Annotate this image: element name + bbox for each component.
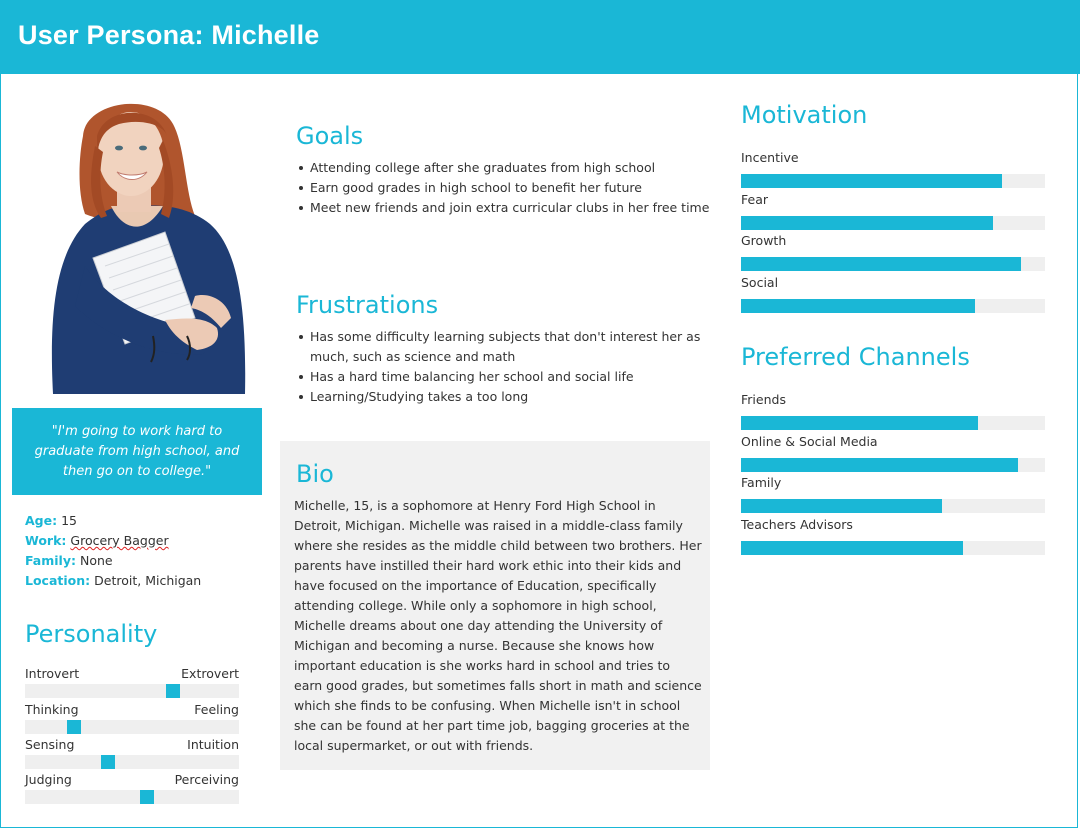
motivation-heading: Motivation (741, 101, 868, 129)
meter-label: Fear (741, 192, 768, 207)
meter: Friends (741, 392, 1045, 430)
list-item: Meet new friends and join extra curricul… (299, 198, 710, 218)
trait-slider-track (25, 790, 239, 804)
meter: Teachers Advisors (741, 517, 1045, 555)
personality-heading: Personality (25, 620, 158, 648)
list-item: Has a hard time balancing her school and… (299, 367, 710, 387)
meter-fill (741, 299, 976, 313)
trait-slider-knob (139, 790, 154, 804)
list-item: Earn good grades in high school to benef… (299, 178, 710, 198)
meter-track (741, 499, 1045, 513)
fact-work: Work: Grocery Bagger (25, 533, 169, 548)
frustrations-list: Has some difficulty learning subjects th… (296, 327, 710, 407)
meter: Social (741, 275, 1045, 313)
meter-fill (741, 541, 963, 555)
meter: Incentive (741, 150, 1045, 188)
trait-left-label: Judging (25, 772, 72, 787)
list-item: Learning/Studying takes a too long (299, 387, 710, 407)
list-item: Has some difficulty learning subjects th… (299, 327, 710, 367)
meter-fill (741, 216, 994, 230)
meter-fill (741, 458, 1018, 472)
personality-trait: Thinking Feeling (25, 702, 239, 734)
meter-track (741, 416, 1045, 430)
meter: Family (741, 475, 1045, 513)
bio-panel: Bio Michelle, 15, is a sophomore at Henr… (280, 441, 710, 770)
trait-left-label: Sensing (25, 737, 75, 752)
persona-quote: "I'm going to work hard to graduate from… (12, 408, 262, 495)
trait-slider-track (25, 755, 239, 769)
bio-text: Michelle, 15, is a sophomore at Henry Fo… (294, 498, 702, 753)
goals-heading: Goals (296, 122, 364, 150)
list-item: Attending college after she graduates fr… (299, 158, 710, 178)
channels-heading: Preferred Channels (741, 343, 970, 371)
meter: Fear (741, 192, 1045, 230)
trait-slider-knob (165, 684, 180, 698)
meter-label: Friends (741, 392, 786, 407)
meter-track (741, 174, 1045, 188)
meter-fill (741, 499, 942, 513)
meter-label: Family (741, 475, 782, 490)
trait-slider-track (25, 720, 239, 734)
trait-left-label: Thinking (25, 702, 79, 717)
meter-fill (741, 174, 1003, 188)
trait-right-label: Feeling (194, 702, 239, 717)
meter-track (741, 458, 1045, 472)
fact-location: Location: Detroit, Michigan (25, 573, 202, 588)
trait-right-label: Intuition (187, 737, 239, 752)
meter: Online & Social Media (741, 434, 1045, 472)
meter-label: Growth (741, 233, 787, 248)
trait-left-label: Introvert (25, 666, 80, 681)
meter-track (741, 299, 1045, 313)
meter-track (741, 257, 1045, 271)
meter-fill (741, 257, 1021, 271)
trait-right-label: Extrovert (181, 666, 239, 681)
meter-track (741, 541, 1045, 555)
fact-family: Family: None (25, 553, 113, 568)
meter-label: Incentive (741, 150, 799, 165)
bio-heading: Bio (296, 460, 334, 488)
persona-photo (45, 96, 247, 394)
meter-label: Online & Social Media (741, 434, 878, 449)
meter-label: Social (741, 275, 779, 290)
fact-age: Age: 15 (25, 513, 77, 528)
meter-fill (741, 416, 979, 430)
trait-slider-track (25, 684, 239, 698)
meter: Growth (741, 233, 1045, 271)
personality-trait: Judging Perceiving (25, 772, 239, 804)
frustrations-heading: Frustrations (296, 291, 439, 319)
goals-list: Attending college after she graduates fr… (296, 158, 710, 218)
trait-slider-knob (67, 720, 82, 734)
persona-facts: Age: 15 Work: Grocery Bagger Family: Non… (25, 511, 201, 591)
personality-trait: Sensing Intuition (25, 737, 239, 769)
trait-right-label: Perceiving (174, 772, 239, 787)
trait-slider-knob (101, 755, 116, 769)
meter-track (741, 216, 1045, 230)
meter-label: Teachers Advisors (741, 517, 853, 532)
personality-trait: Introvert Extrovert (25, 666, 239, 698)
